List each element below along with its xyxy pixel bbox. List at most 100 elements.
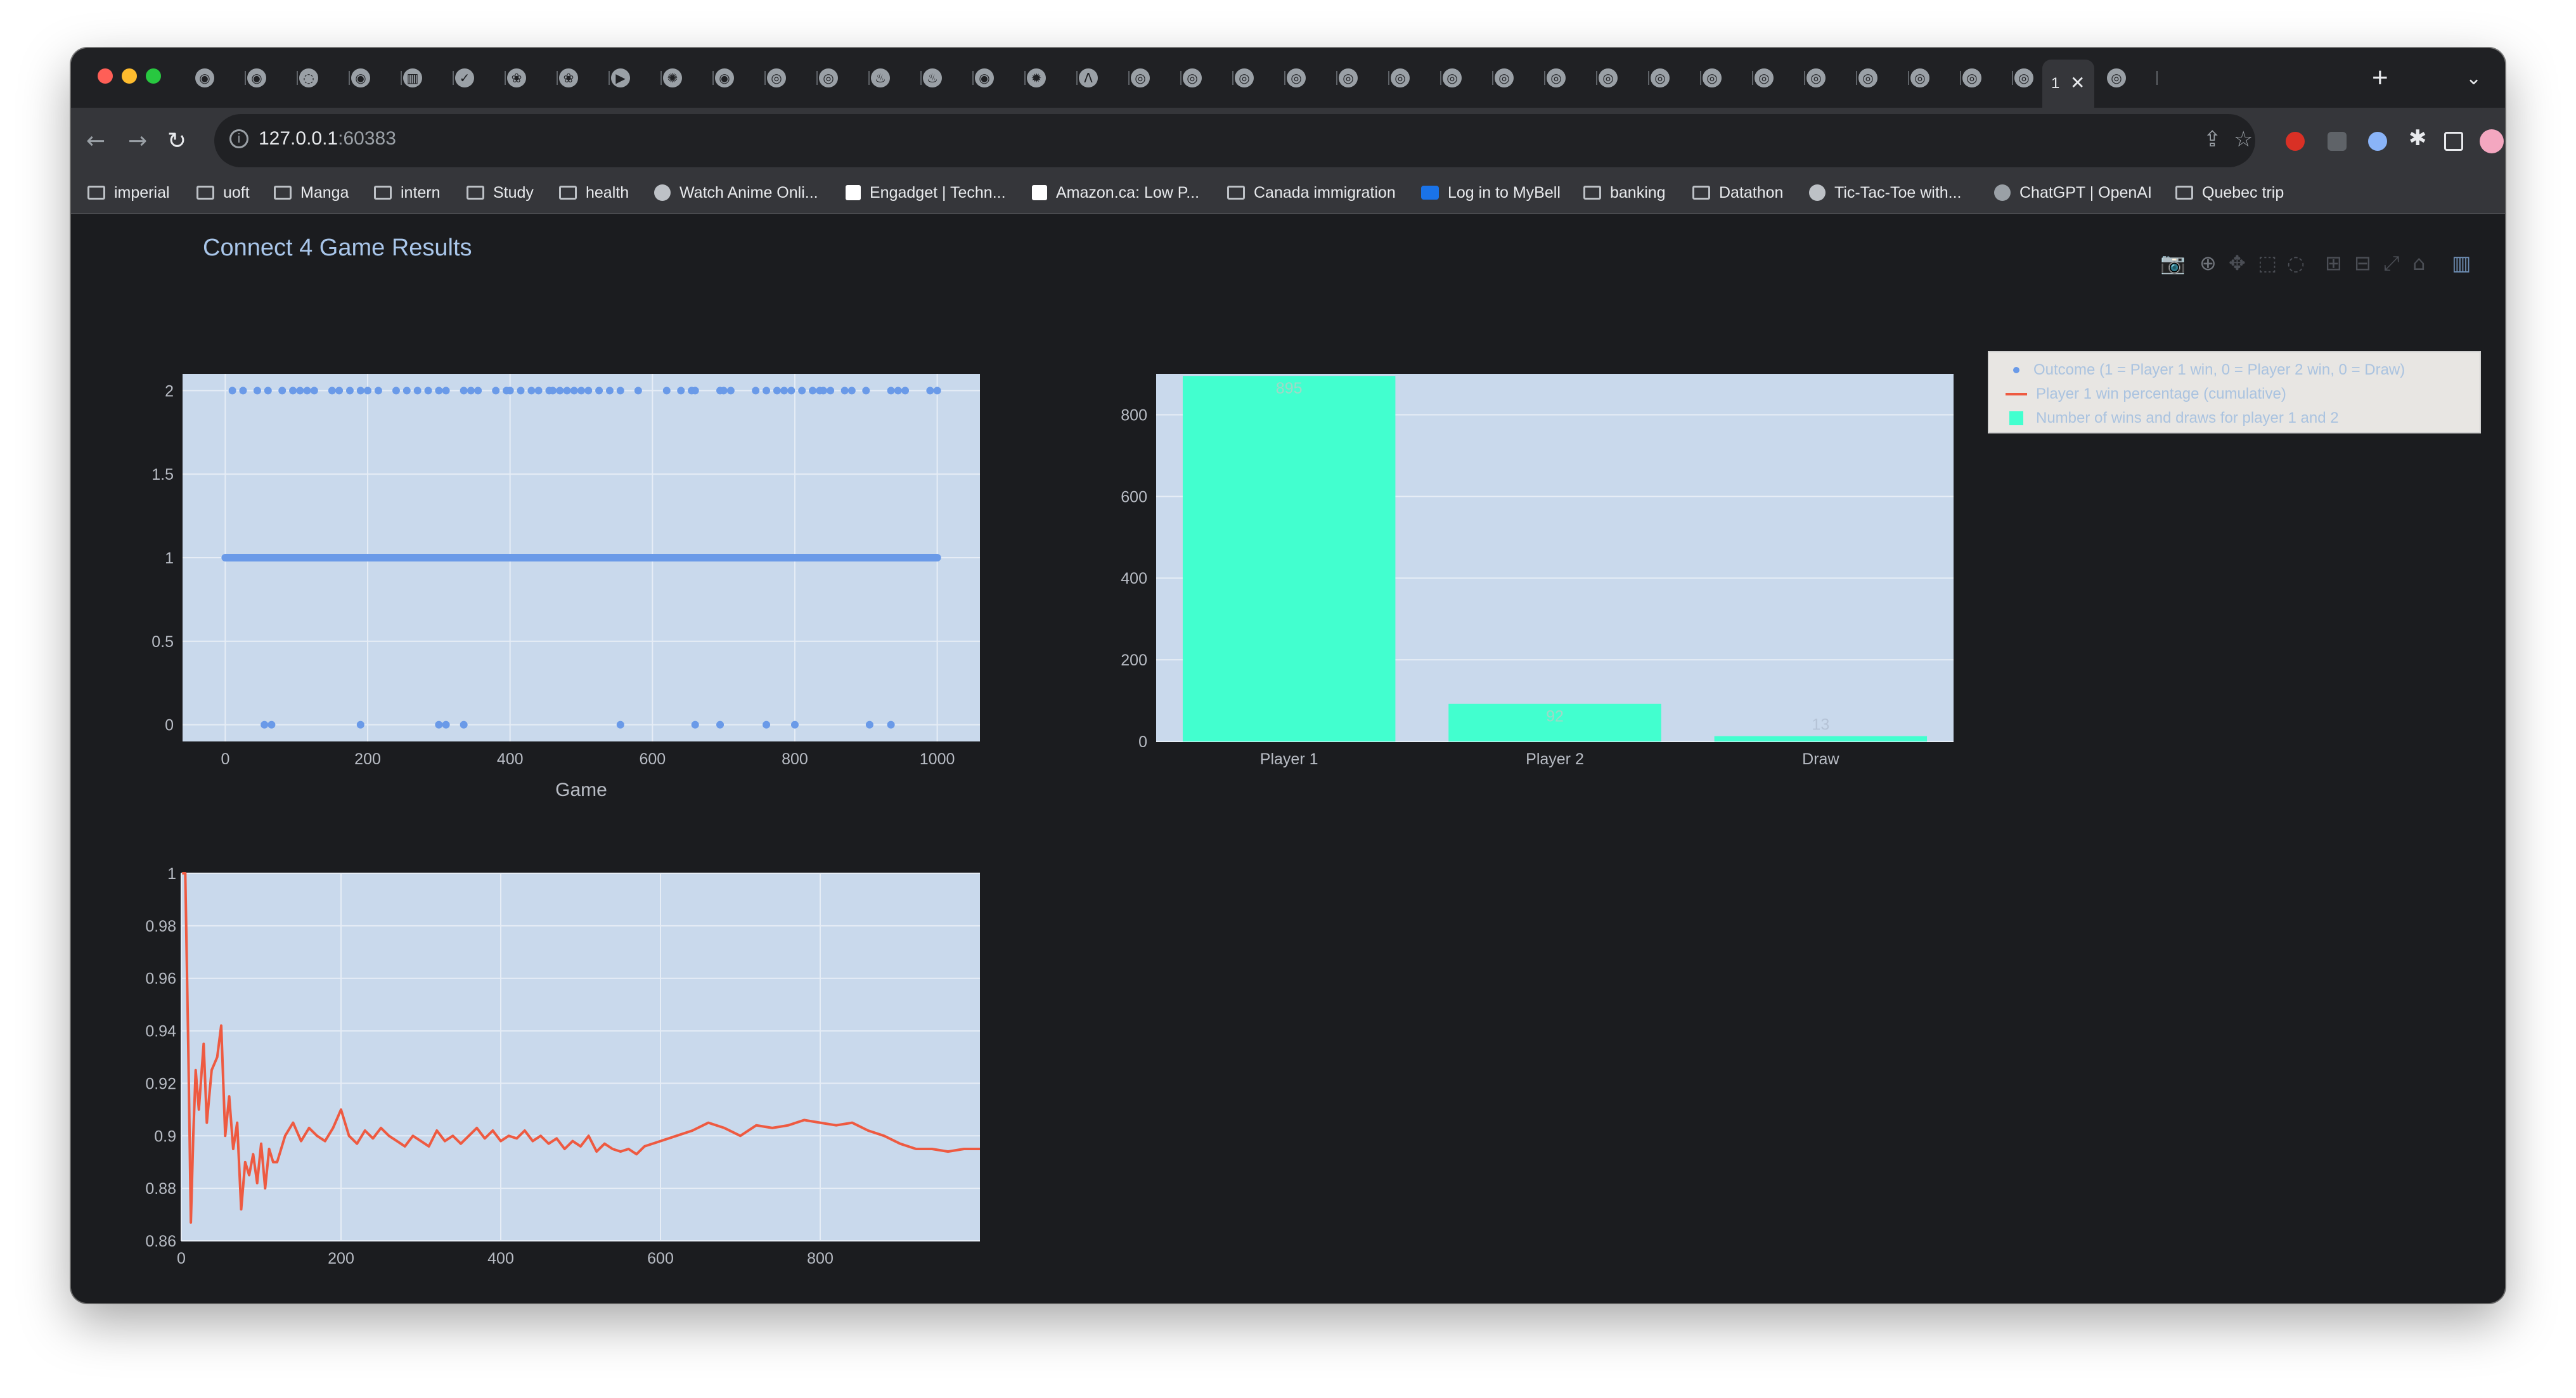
legend-item-outcome[interactable]: Outcome (1 = Player 1 win, 0 = Player 2 … [2006,360,2405,380]
side-panel-icon[interactable] [2444,132,2463,151]
bookmark-item[interactable]: Log in to MyBell [1421,181,1561,204]
bookmark-item[interactable]: Amazon.ca: Low P... [1032,181,1199,204]
bookmark-item[interactable]: Watch Anime Onli... [654,181,818,204]
browser-tab[interactable]: ◎ [1547,65,1597,91]
browser-tab[interactable]: Λ [1079,65,1130,91]
browser-tab[interactable]: ◎ [1443,65,1493,91]
browser-tab[interactable]: ◎ [1599,65,1649,91]
browser-tab[interactable]: ◎ [1131,65,1182,91]
bookmark-item[interactable]: intern [374,181,441,204]
browser-tab[interactable]: ♨ [871,65,922,91]
browser-tab[interactable]: ◉ [195,65,246,91]
bookmark-item[interactable]: health [559,181,629,204]
bookmark-label: intern [401,183,441,202]
scatter-point [577,387,585,395]
close-window-button[interactable] [98,68,113,84]
scatter-point [442,387,450,395]
scatter-point [261,721,269,729]
browser-tab[interactable]: ◉ [351,65,402,91]
extension-gray-icon[interactable] [2328,132,2347,151]
scatter-point [310,387,318,395]
browser-tab[interactable]: ◎ [1183,65,1233,91]
bookmark-item[interactable]: Canada immigration [1227,181,1396,204]
bookmark-label: banking [1610,183,1666,202]
new-tab-button[interactable]: + [2372,62,2388,94]
address-bar[interactable]: i 127.0.0.1:60383 ⇪ ☆ [214,114,2255,167]
legend-item-winpct[interactable]: Player 1 win percentage (cumulative) [2006,384,2286,404]
folder-icon [196,186,214,200]
bookmark-item[interactable]: banking [1583,181,1666,204]
browser-tab[interactable]: ◎ [1962,65,2013,91]
browser-tab[interactable]: ◎ [1287,65,1337,91]
bookmark-item[interactable]: Study [467,181,534,204]
bookmark-item[interactable]: Engadget | Techn... [846,181,1006,204]
bookmark-item[interactable]: Tic-Tac-Toe with... [1809,181,1962,204]
globe-icon [654,184,671,201]
tab-favicon-icon: ◎ [1651,68,1670,87]
x-tick-label: 200 [354,750,381,768]
y-tick-label: 1 [167,865,176,883]
back-button[interactable]: ← [86,128,105,154]
browser-tab[interactable]: ◎ [1495,65,1545,91]
browser-tab[interactable]: ✓ [455,65,506,91]
tab-favicon-icon: ◎ [1391,68,1410,87]
profile-avatar[interactable] [2480,129,2504,153]
tab-favicon-icon: ◉ [975,68,994,87]
bookmark-star-icon[interactable]: ☆ [2234,127,2253,152]
browser-tab[interactable]: ◎ [767,65,818,91]
reload-button[interactable]: ↻ [167,128,186,154]
scatter-point [691,387,699,395]
browser-tab[interactable]: ◎ [1391,65,1441,91]
extensions-puzzle-icon[interactable]: ✱ [2409,125,2427,151]
browser-tab[interactable]: ◎ [1703,65,1753,91]
minimize-window-button[interactable] [122,68,137,84]
browser-tab[interactable]: ◎ [1235,65,1285,91]
browser-tab[interactable]: ❀ [559,65,610,91]
browser-tab[interactable]: ◎ [1755,65,1805,91]
scatter-point [787,387,795,395]
active-tab[interactable]: 1 ✕ [2042,60,2094,108]
browser-tab[interactable]: ◉ [247,65,298,91]
browser-tab[interactable]: ♨ [923,65,974,91]
bookmark-item[interactable]: uoft [196,181,250,204]
site-info-icon[interactable]: i [229,129,248,148]
bookmark-item[interactable]: Manga [274,181,349,204]
browser-tab[interactable]: ◎ [1651,65,1701,91]
tab-separator [1024,71,1026,85]
browser-tab[interactable]: ◎ [819,65,870,91]
forward-button[interactable]: → [128,128,147,154]
browser-tab[interactable]: ◎ [1806,65,1857,91]
browser-tab[interactable]: ▶ [611,65,662,91]
bookmark-item[interactable]: Datathon [1692,181,1783,204]
legend-item-bars[interactable]: Number of wins and draws for player 1 an… [2006,408,2339,428]
maximize-window-button[interactable] [146,68,161,84]
browser-tab[interactable]: ▥ [403,65,454,91]
extension-red-icon[interactable] [2286,132,2305,151]
bookmark-item[interactable]: ChatGPT | OpenAI [1994,181,2152,204]
bookmark-label: uoft [223,183,250,202]
close-tab-icon[interactable]: ✕ [2070,72,2085,93]
browser-tab[interactable]: ◉ [715,65,766,91]
url-text[interactable]: 127.0.0.1:60383 [259,128,396,150]
share-icon[interactable]: ⇪ [2203,127,2222,152]
browser-tab[interactable]: ✹ [1027,65,1078,91]
tab-favicon-icon: ◎ [1755,68,1774,87]
browser-tab[interactable]: ◉ [975,65,1026,91]
scatter-point [278,387,287,395]
bookmark-item[interactable]: Quebec trip [2175,181,2284,204]
openai-icon [1994,184,2011,201]
extension-glasses-icon[interactable] [2368,132,2387,151]
browser-tab[interactable]: ❀ [507,65,558,91]
browser-tab[interactable]: ✺ [663,65,714,91]
bookmark-item[interactable]: imperial [87,181,170,204]
tab-favicon-icon: ◎ [2014,68,2033,87]
browser-tab[interactable]: ◎ [1858,65,1909,91]
browser-tab[interactable]: ◎ [2107,65,2158,91]
tab-separator [245,71,246,85]
bell-icon [1421,186,1439,200]
browser-tab[interactable]: ◎ [1910,65,1961,91]
browser-tab[interactable]: ◎ [1339,65,1389,91]
tab-search-button[interactable]: ⌄ [2466,67,2482,89]
browser-tab[interactable]: ◌ [299,65,350,91]
tab-favicon-icon: ◌ [299,68,318,87]
